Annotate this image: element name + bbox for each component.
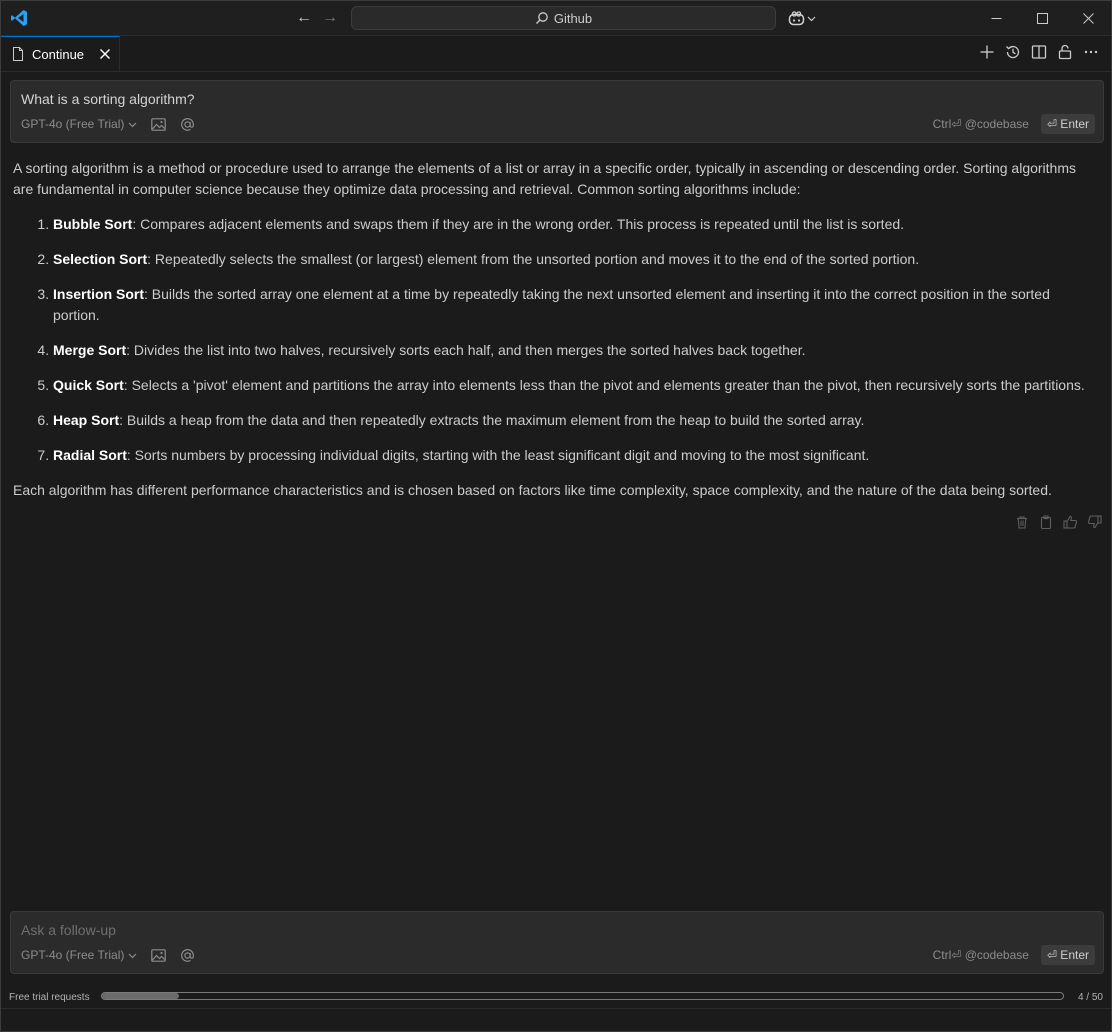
unlock-icon	[1058, 44, 1072, 60]
copy-response-button[interactable]	[1038, 514, 1054, 530]
thumbs-down-icon	[1087, 515, 1102, 529]
more-actions-button[interactable]	[1083, 44, 1099, 60]
algorithm-name: Selection Sort	[53, 251, 148, 267]
tab-actions	[979, 44, 1099, 60]
codebase-hint[interactable]: Ctrl⏎ @codebase	[933, 117, 1029, 131]
follow-up-input[interactable]: Ask a follow-up GPT-4o (Free Trial) Ctrl…	[10, 911, 1104, 974]
input-toolbar-right: Ctrl⏎ @codebase ⏎ Enter	[933, 945, 1095, 965]
maximize-button[interactable]	[1019, 1, 1065, 35]
ellipsis-icon	[1084, 50, 1098, 54]
image-icon[interactable]	[151, 948, 167, 963]
question-text[interactable]: What is a sorting algorithm?	[21, 91, 195, 107]
enter-button[interactable]: ⏎ Enter	[1040, 945, 1095, 965]
thumbs-up-icon	[1062, 515, 1077, 529]
algorithm-description: : Repeatedly selects the smallest (or la…	[147, 251, 920, 267]
copilot-menu-button[interactable]	[788, 9, 816, 27]
search-icon	[535, 12, 548, 24]
free-trial-status: Free trial requests 4 / 50	[1, 986, 1111, 1008]
algorithm-description: : Builds a heap from the data and then r…	[119, 412, 865, 428]
algorithm-description: : Builds the sorted array one element at…	[53, 286, 1050, 323]
command-center-label: Github	[553, 10, 593, 26]
input-toolbar: GPT-4o (Free Trial) Ctrl⏎ @codebase ⏎ En…	[21, 113, 1095, 135]
close-icon	[1082, 12, 1094, 24]
bottom-strip	[1, 1008, 1111, 1031]
algorithm-name: Heap Sort	[53, 412, 120, 428]
algorithm-description: : Selects a 'pivot' element and partitio…	[123, 377, 1085, 393]
copilot-icon	[788, 10, 805, 25]
codebase-hint[interactable]: Ctrl⏎ @codebase	[933, 948, 1029, 962]
question-input[interactable]: What is a sorting algorithm? GPT-4o (Fre…	[10, 80, 1104, 143]
file-icon	[13, 47, 23, 61]
vscode-window: ← → Github Continue What is a sorting al…	[0, 0, 1112, 1032]
title-bar: ← → Github	[1, 1, 1111, 36]
list-item: Radial Sort: Sorts numbers by processing…	[53, 445, 1093, 466]
new-session-button[interactable]	[979, 44, 995, 60]
model-select[interactable]: GPT-4o (Free Trial)	[21, 948, 137, 962]
response-actions	[1014, 514, 1102, 530]
list-item: Selection Sort: Repeatedly selects the s…	[53, 249, 1093, 270]
clipboard-icon	[1040, 515, 1052, 529]
image-icon[interactable]	[151, 117, 167, 132]
input-toolbar-right: Ctrl⏎ @codebase ⏎ Enter	[933, 114, 1095, 134]
algorithm-description: : Divides the list into two halves, recu…	[126, 342, 806, 358]
algorithm-name: Merge Sort	[53, 342, 127, 358]
free-trial-count: 4 / 50	[1077, 991, 1103, 1003]
model-select-label: GPT-4o (Free Trial)	[21, 117, 125, 131]
enter-button[interactable]: ⏎ Enter	[1040, 114, 1095, 134]
thumbs-up-button[interactable]	[1062, 514, 1078, 530]
split-editor-icon	[1031, 45, 1047, 59]
chevron-down-icon	[128, 953, 137, 958]
list-item: Heap Sort: Builds a heap from the data a…	[53, 410, 1093, 431]
sorting-algorithm-list: Bubble Sort: Compares adjacent elements …	[13, 214, 1093, 466]
command-center-search[interactable]: Github	[351, 6, 776, 30]
response-outro: Each algorithm has different performance…	[13, 482, 1052, 498]
plus-icon	[980, 45, 994, 59]
history-button[interactable]	[1005, 44, 1021, 60]
free-trial-progress-bar	[101, 992, 1064, 1000]
delete-response-button[interactable]	[1014, 514, 1030, 530]
follow-up-placeholder[interactable]: Ask a follow-up	[21, 922, 116, 938]
back-arrow-icon[interactable]: ←	[295, 9, 313, 27]
maximize-icon	[1036, 12, 1048, 24]
free-trial-label: Free trial requests	[9, 991, 90, 1003]
trash-icon	[1017, 516, 1027, 529]
chevron-down-icon	[128, 122, 137, 127]
tab-continue[interactable]: Continue	[1, 36, 120, 71]
split-editor-button[interactable]	[1031, 44, 1047, 60]
chevron-down-icon	[807, 16, 816, 21]
list-item: Merge Sort: Divides the list into two ha…	[53, 340, 1093, 361]
minimize-icon	[991, 17, 1001, 19]
assistant-response: A sorting algorithm is a method or proce…	[13, 158, 1093, 501]
close-tab-icon[interactable]	[98, 47, 112, 61]
close-window-button[interactable]	[1065, 1, 1111, 35]
input-toolbar: GPT-4o (Free Trial) Ctrl⏎ @codebase ⏎ En…	[21, 944, 1095, 966]
list-item: Quick Sort: Selects a 'pivot' element an…	[53, 375, 1093, 396]
lock-group-button[interactable]	[1057, 44, 1073, 60]
thumbs-down-button[interactable]	[1086, 514, 1102, 530]
algorithm-description: : Sorts numbers by processing individual…	[126, 447, 870, 463]
forward-arrow-icon[interactable]: →	[321, 9, 339, 27]
vscode-logo-icon	[11, 10, 27, 26]
minimize-button[interactable]	[973, 1, 1019, 35]
algorithm-name: Quick Sort	[53, 377, 124, 393]
list-item: Insertion Sort: Builds the sorted array …	[53, 284, 1093, 326]
algorithm-name: Bubble Sort	[53, 216, 133, 232]
model-select[interactable]: GPT-4o (Free Trial)	[21, 117, 137, 131]
editor-tab-bar: Continue	[1, 36, 1111, 72]
tab-label: Continue	[32, 46, 85, 62]
model-select-label: GPT-4o (Free Trial)	[21, 948, 125, 962]
at-mention-icon[interactable]	[180, 117, 195, 132]
algorithm-description: : Compares adjacent elements and swaps t…	[132, 216, 905, 232]
history-icon	[1006, 45, 1020, 59]
algorithm-name: Radial Sort	[53, 447, 127, 463]
list-item: Bubble Sort: Compares adjacent elements …	[53, 214, 1093, 235]
at-mention-icon[interactable]	[180, 948, 195, 963]
free-trial-progress-fill	[102, 993, 179, 999]
response-intro: A sorting algorithm is a method or proce…	[13, 160, 1077, 197]
algorithm-name: Insertion Sort	[53, 286, 145, 302]
